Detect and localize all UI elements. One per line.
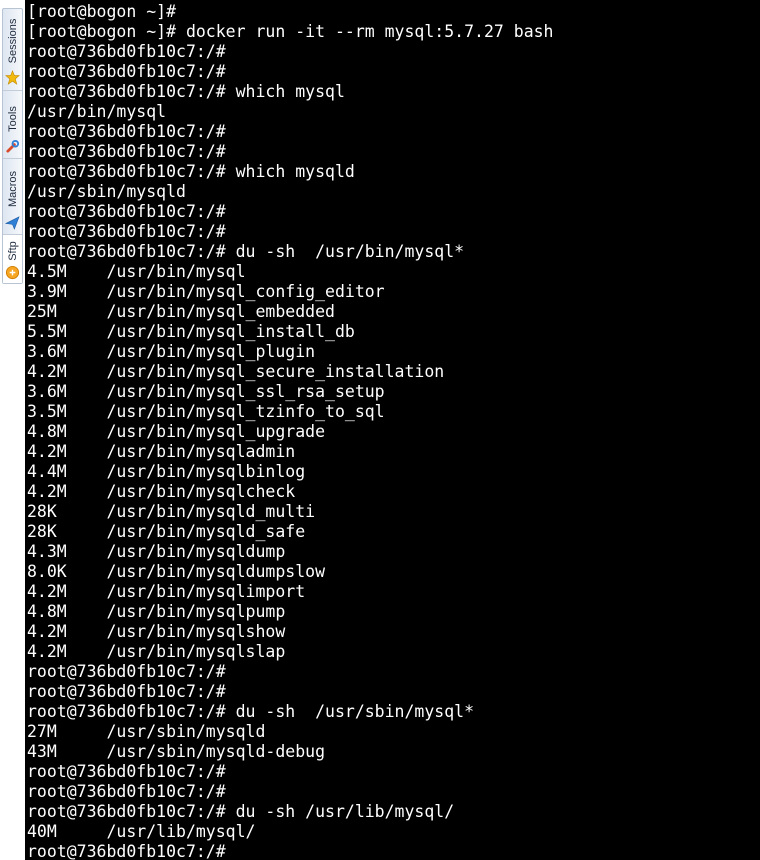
tab-tools[interactable]: Tools — [3, 91, 22, 159]
terminal-line: 4.2M /usr/bin/mysqladmin — [27, 442, 296, 461]
tools-icon — [6, 139, 20, 153]
terminal-line: 27M /usr/sbin/mysqld — [27, 722, 266, 741]
terminal-line: root@736bd0fb10c7:/# — [27, 222, 226, 241]
terminal-line: 4.2M /usr/bin/mysqlslap — [27, 642, 286, 661]
terminal-line: 4.2M /usr/bin/mysqlimport — [27, 582, 306, 601]
terminal-line: root@736bd0fb10c7:/# — [27, 202, 226, 221]
terminal-line: 4.8M /usr/bin/mysqlpump — [27, 602, 286, 621]
tab-sessions-label: Sessions — [6, 18, 19, 64]
tab-tools-label: Tools — [6, 106, 19, 132]
terminal-line: 3.9M /usr/bin/mysql_config_editor — [27, 282, 385, 301]
terminal-line: 43M /usr/sbin/mysqld-debug — [27, 742, 326, 761]
terminal-line: 25M /usr/bin/mysql_embedded — [27, 302, 335, 321]
terminal-line: [root@bogon ~]# docker run -it --rm mysq… — [27, 22, 554, 41]
terminal-line: 40M /usr/lib/mysql/ — [27, 822, 256, 841]
tab-sessions[interactable]: Sessions — [3, 9, 22, 91]
terminal-line: 4.2M /usr/bin/mysqlshow — [27, 622, 286, 641]
terminal-lines: [root@bogon ~]# [root@bogon ~]# docker ru… — [25, 0, 760, 860]
terminal-line: root@736bd0fb10c7:/# which mysql — [27, 82, 345, 101]
terminal-line: 4.2M /usr/bin/mysql_secure_installation — [27, 362, 445, 381]
tab-sftp-label: Sftp — [6, 241, 19, 261]
side-panel: Sessions Tools Macros Sftp — [0, 0, 25, 860]
terminal-line: 3.6M /usr/bin/mysql_plugin — [27, 342, 316, 361]
sftp-icon — [5, 265, 20, 280]
terminal-line: root@736bd0fb10c7:/# — [27, 122, 226, 141]
terminal-line: root@736bd0fb10c7:/# — [27, 42, 226, 61]
terminal-line: root@736bd0fb10c7:/# which mysqld — [27, 162, 355, 181]
terminal-line: [root@bogon ~]# — [27, 2, 177, 21]
tab-macros[interactable]: Macros — [3, 159, 22, 235]
terminal-line: root@736bd0fb10c7:/# — [27, 782, 226, 801]
terminal-line: 8.0K /usr/bin/mysqldumpslow — [27, 562, 326, 581]
terminal-line: root@736bd0fb10c7:/# du -sh /usr/sbin/my… — [27, 702, 475, 721]
terminal-line: 4.4M /usr/bin/mysqlbinlog — [27, 462, 306, 481]
star-icon — [5, 70, 20, 85]
tab-macros-label: Macros — [6, 170, 19, 208]
side-tab-strip: Sessions Tools Macros Sftp — [2, 8, 23, 284]
terminal-line: 4.5M /usr/bin/mysql — [27, 262, 246, 281]
terminal-line: root@736bd0fb10c7:/# du -sh /usr/bin/mys… — [27, 242, 465, 261]
terminal-line: 4.2M /usr/bin/mysqlcheck — [27, 482, 296, 501]
terminal-line: /usr/bin/mysql — [27, 102, 167, 121]
terminal-line: 4.3M /usr/bin/mysqldump — [27, 542, 286, 561]
terminal-line: 3.6M /usr/bin/mysql_ssl_rsa_setup — [27, 382, 385, 401]
terminal-line: root@736bd0fb10c7:/# — [27, 142, 226, 161]
terminal-line: 3.5M /usr/bin/mysql_tzinfo_to_sql — [27, 402, 385, 421]
app-window: Sessions Tools Macros Sftp [root@bogon ~… — [0, 0, 760, 860]
tab-sftp[interactable]: Sftp — [3, 235, 22, 283]
terminal-output[interactable]: [root@bogon ~]# [root@bogon ~]# docker ru… — [25, 0, 760, 860]
terminal-line: root@736bd0fb10c7:/# — [27, 842, 226, 860]
terminal-line: root@736bd0fb10c7:/# du -sh /usr/lib/mys… — [27, 802, 455, 821]
terminal-line: 28K /usr/bin/mysqld_multi — [27, 502, 316, 521]
send-icon — [5, 216, 20, 230]
terminal-line: root@736bd0fb10c7:/# — [27, 762, 226, 781]
terminal-line: root@736bd0fb10c7:/# — [27, 662, 226, 681]
terminal-line: 4.8M /usr/bin/mysql_upgrade — [27, 422, 326, 441]
terminal-line: root@736bd0fb10c7:/# — [27, 62, 226, 81]
terminal-line: root@736bd0fb10c7:/# — [27, 682, 226, 701]
terminal-line: 28K /usr/bin/mysqld_safe — [27, 522, 306, 541]
terminal-line: 5.5M /usr/bin/mysql_install_db — [27, 322, 355, 341]
terminal-line: /usr/sbin/mysqld — [27, 182, 186, 201]
